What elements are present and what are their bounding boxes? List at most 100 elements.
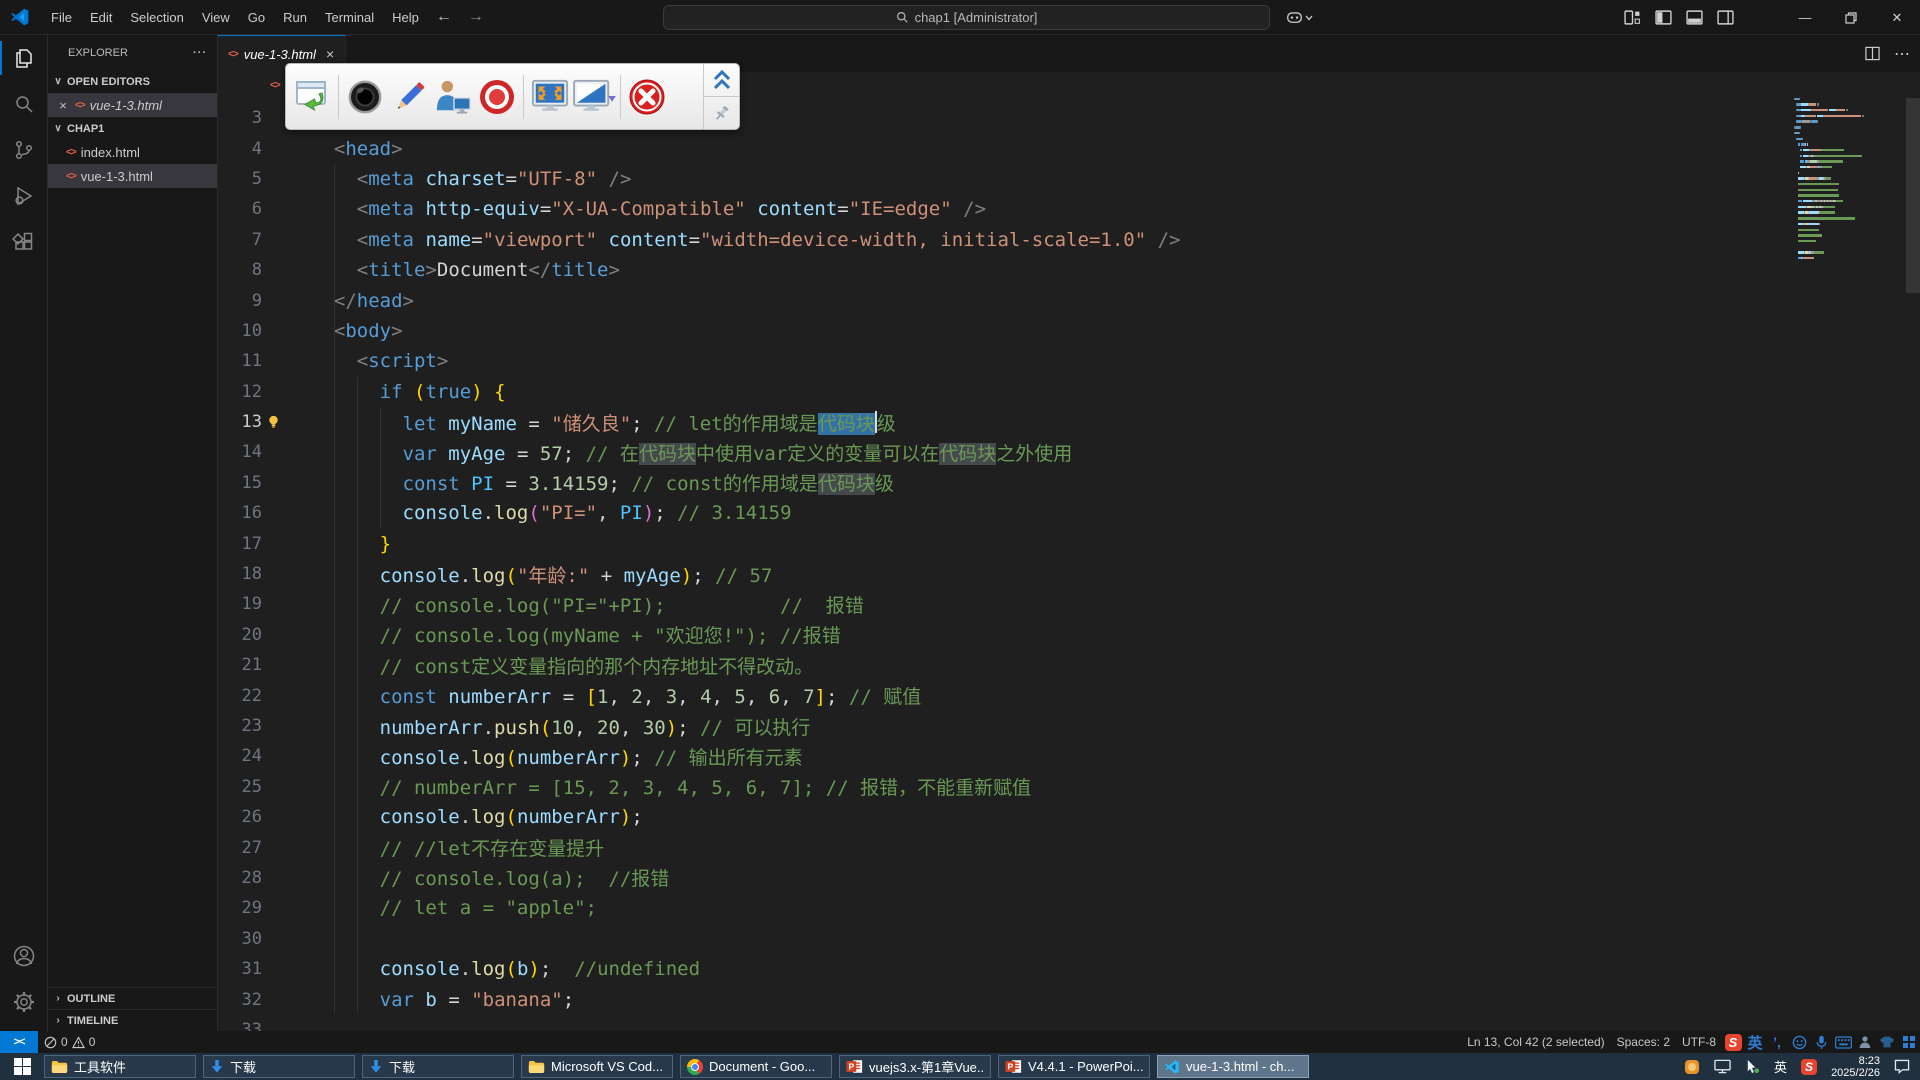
timeline-section[interactable]: › TIMELINE bbox=[48, 1009, 217, 1031]
pin-icon[interactable] bbox=[704, 97, 739, 129]
tray-app-icon[interactable] bbox=[1684, 1059, 1700, 1075]
cursor-position[interactable]: Ln 13, Col 42 (2 selected) bbox=[1461, 1031, 1610, 1053]
code-line-32[interactable]: 32 var b = "banana"; bbox=[218, 984, 1920, 1014]
code-line-30[interactable]: 30 bbox=[218, 924, 1920, 954]
code-line-13[interactable]: 13 let myName = "储久良"; // let的作用域是代码块级 bbox=[218, 407, 1920, 437]
close-tab-icon[interactable]: × bbox=[326, 46, 334, 62]
extensions-icon[interactable] bbox=[0, 219, 48, 265]
camera-lens-icon[interactable] bbox=[343, 69, 387, 125]
code-line-4[interactable]: 4 <head> bbox=[218, 133, 1920, 163]
code-line-21[interactable]: 21 // const定义变量指向的那个内存地址不得改动。 bbox=[218, 650, 1920, 680]
menu-item-view[interactable]: View bbox=[193, 6, 239, 29]
code-line-9[interactable]: 9 </head> bbox=[218, 285, 1920, 315]
split-editor-icon[interactable] bbox=[1865, 46, 1880, 61]
back-arrow-icon[interactable]: ← bbox=[428, 6, 460, 28]
tray-ime-language[interactable]: 英 bbox=[1774, 1057, 1787, 1076]
code-line-22[interactable]: 22 const numberArr = [1, 2, 3, 4, 5, 6, … bbox=[218, 680, 1920, 710]
search-sidebar-icon[interactable] bbox=[0, 81, 48, 127]
indentation-indicator[interactable]: Spaces: 2 bbox=[1611, 1031, 1676, 1053]
file-item-vue-1-3.html[interactable]: <>vue-1-3.html bbox=[48, 164, 217, 188]
scrollbar-thumb[interactable] bbox=[1906, 98, 1920, 293]
code-line-25[interactable]: 25 // numberArr = [15, 2, 3, 4, 5, 6, 7]… bbox=[218, 772, 1920, 802]
code-line-14[interactable]: 14 var myAge = 57; // 在代码块中使用var定义的变量可以在… bbox=[218, 437, 1920, 467]
settings-gear-icon[interactable] bbox=[0, 979, 48, 1025]
menu-item-help[interactable]: Help bbox=[383, 6, 428, 29]
toggle-secondary-sidebar-icon[interactable] bbox=[1717, 9, 1734, 26]
outline-section[interactable]: › OUTLINE bbox=[48, 987, 217, 1009]
double-chevron-up-icon[interactable] bbox=[704, 64, 739, 97]
code-line-15[interactable]: 15 const PI = 3.14159; // const的作用域是代码块级 bbox=[218, 468, 1920, 498]
ime-language-indicator[interactable]: 英 bbox=[1746, 1033, 1764, 1051]
menu-item-selection[interactable]: Selection bbox=[121, 6, 192, 29]
toggle-sidebar-icon[interactable] bbox=[1655, 9, 1672, 26]
account-icon[interactable] bbox=[0, 933, 48, 979]
open-editor-item[interactable]: × <> vue-1-3.html bbox=[48, 93, 217, 117]
grid-icon[interactable] bbox=[1900, 1033, 1918, 1051]
taskbar-button-vue-1-3-html-ch-[interactable]: vue-1-3.html - ch... bbox=[1157, 1055, 1309, 1078]
taskbar-button-v4-4-1-powerpoi-[interactable]: PV4.4.1 - PowerPoi... bbox=[998, 1055, 1150, 1078]
file-item-index.html[interactable]: <>index.html bbox=[48, 140, 217, 164]
code-editor[interactable]: 34 <head>5 <meta charset="UTF-8" />6 <me… bbox=[218, 98, 1920, 1031]
minimize-button[interactable]: — bbox=[1782, 0, 1828, 35]
close-icon[interactable] bbox=[625, 69, 669, 125]
code-line-17[interactable]: 17 } bbox=[218, 528, 1920, 558]
start-button[interactable] bbox=[0, 1053, 44, 1080]
notification-icon[interactable] bbox=[1894, 1059, 1910, 1074]
taskbar-button-microsoft-vs-cod-[interactable]: Microsoft VS Cod... bbox=[521, 1055, 673, 1078]
code-line-26[interactable]: 26 console.log(numberArr); bbox=[218, 802, 1920, 832]
taskbar-button--[interactable]: 下载 bbox=[203, 1055, 355, 1078]
remote-indicator[interactable]: >< bbox=[0, 1031, 38, 1053]
taskbar-button-document-goo-[interactable]: Document - Goo... bbox=[680, 1055, 832, 1078]
taskbar-button--[interactable]: 下载 bbox=[362, 1055, 514, 1078]
code-line-5[interactable]: 5 <meta charset="UTF-8" /> bbox=[218, 164, 1920, 194]
folder-section-chap1[interactable]: ∨ CHAP1 bbox=[48, 117, 217, 140]
source-control-icon[interactable] bbox=[0, 127, 48, 173]
emoji-icon[interactable] bbox=[1790, 1033, 1808, 1051]
window-share-icon[interactable] bbox=[290, 69, 334, 125]
minimap[interactable] bbox=[1792, 98, 1904, 268]
code-line-20[interactable]: 20 // console.log(myName + "欢迎您!"); //报错 bbox=[218, 620, 1920, 650]
lightbulb-icon[interactable] bbox=[266, 414, 281, 429]
menu-item-run[interactable]: Run bbox=[274, 6, 316, 29]
code-line-10[interactable]: 10 <body> bbox=[218, 316, 1920, 346]
forward-arrow-icon[interactable]: → bbox=[460, 6, 492, 28]
network-display-icon[interactable] bbox=[1714, 1059, 1731, 1074]
menu-item-terminal[interactable]: Terminal bbox=[316, 6, 383, 29]
menu-item-edit[interactable]: Edit bbox=[81, 6, 121, 29]
run-debug-icon[interactable] bbox=[0, 173, 48, 219]
code-line-29[interactable]: 29 // let a = "apple"; bbox=[218, 893, 1920, 923]
code-line-33[interactable]: 33 bbox=[218, 1015, 1920, 1031]
keyboard-icon[interactable] bbox=[1834, 1033, 1852, 1051]
restore-button[interactable] bbox=[1828, 0, 1874, 35]
problems-indicator[interactable]: 0 0 bbox=[38, 1031, 101, 1053]
code-line-24[interactable]: 24 console.log(numberArr); // 输出所有元素 bbox=[218, 741, 1920, 771]
command-center-search[interactable]: chap1 [Administrator] bbox=[663, 5, 1270, 30]
code-line-8[interactable]: 8 <title>Document</title> bbox=[218, 255, 1920, 285]
code-line-28[interactable]: 28 // console.log(a); //报错 bbox=[218, 863, 1920, 893]
customize-layout-icon[interactable] bbox=[1624, 9, 1641, 26]
record-icon[interactable] bbox=[475, 69, 519, 125]
pencil-icon[interactable] bbox=[387, 69, 431, 125]
menu-item-file[interactable]: File bbox=[42, 6, 81, 29]
editor-more-actions-icon[interactable]: ⋯ bbox=[1894, 44, 1910, 64]
menu-item-go[interactable]: Go bbox=[239, 6, 274, 29]
person-icon[interactable] bbox=[1856, 1033, 1874, 1051]
code-line-11[interactable]: 11 <script> bbox=[218, 346, 1920, 376]
microphone-icon[interactable] bbox=[1812, 1033, 1830, 1051]
tray-clock[interactable]: 8:23 2025/2/26 bbox=[1831, 1055, 1880, 1079]
tray-sogou-icon[interactable]: S bbox=[1801, 1059, 1817, 1075]
explorer-icon[interactable] bbox=[0, 35, 48, 81]
taskbar-button--[interactable]: 工具软件 bbox=[44, 1055, 196, 1078]
toggle-panel-icon[interactable] bbox=[1686, 9, 1703, 26]
code-line-31[interactable]: 31 console.log(b); //undefined bbox=[218, 954, 1920, 984]
code-line-16[interactable]: 16 console.log("PI=", PI); // 3.14159 bbox=[218, 498, 1920, 528]
code-line-19[interactable]: 19 // console.log("PI="+PI); // 报错 bbox=[218, 589, 1920, 619]
taskbar-button-vuejs3-x-1-vue-[interactable]: Pvuejs3.x-第1章Vue... bbox=[839, 1055, 991, 1078]
sogou-logo-icon[interactable]: S bbox=[1724, 1033, 1742, 1051]
presenter-icon[interactable] bbox=[431, 69, 475, 125]
code-line-6[interactable]: 6 <meta http-equiv="X-UA-Compatible" con… bbox=[218, 194, 1920, 224]
code-line-27[interactable]: 27 // //let不存在变量提升 bbox=[218, 832, 1920, 862]
close-icon[interactable]: × bbox=[56, 98, 70, 113]
screen-select-icon[interactable] bbox=[572, 69, 616, 125]
code-line-7[interactable]: 7 <meta name="viewport" content="width=d… bbox=[218, 225, 1920, 255]
